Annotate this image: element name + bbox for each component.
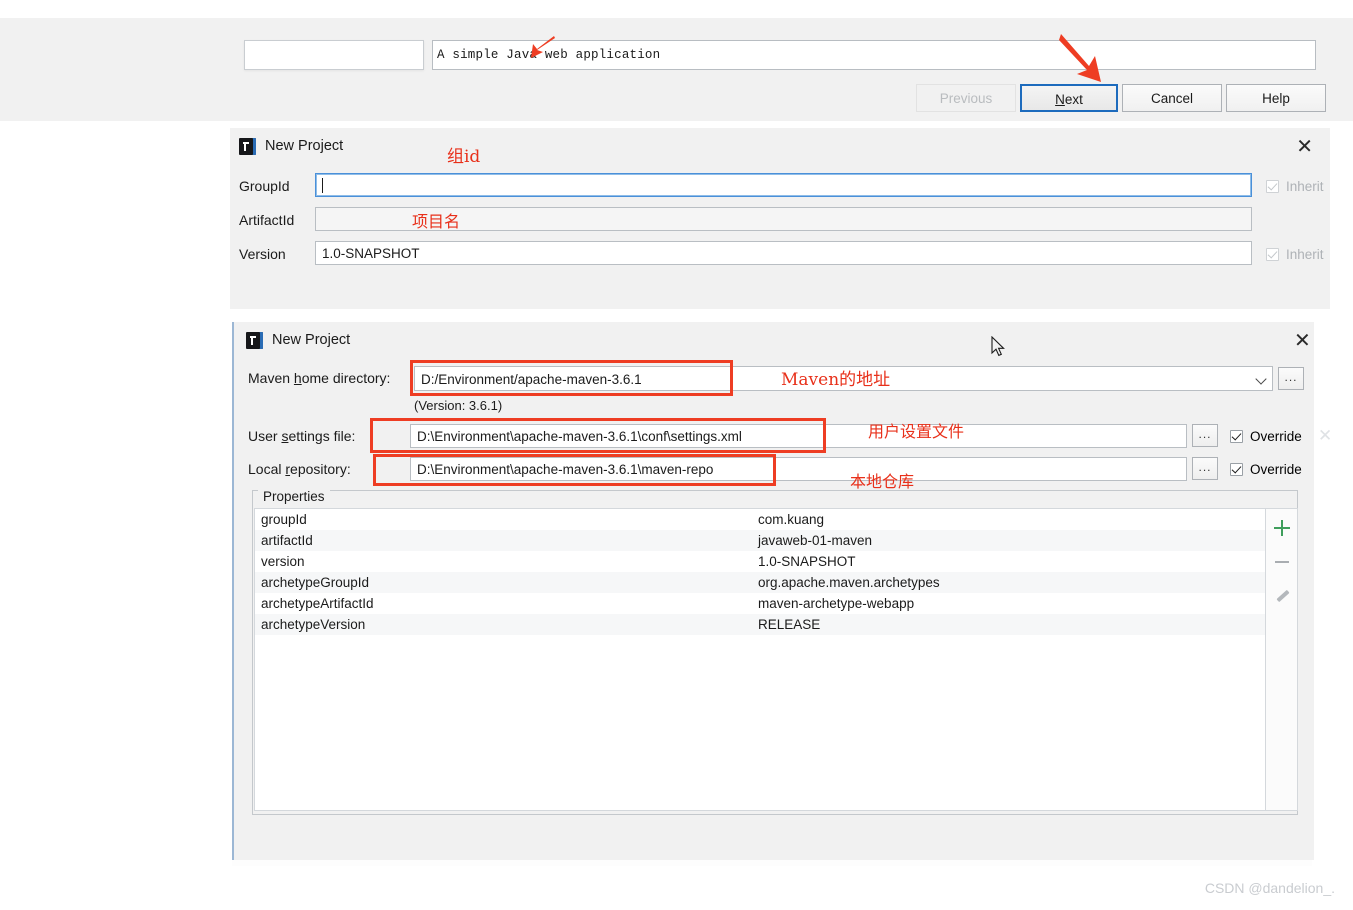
local-repository-browse-button[interactable]: ...: [1192, 457, 1218, 480]
dialog3-title: New Project: [272, 332, 351, 348]
csdn-watermark: CSDN @dandelion_.: [1204, 880, 1335, 896]
annotation-box-local-repository: [373, 454, 776, 486]
table-row[interactable]: archetypeVersion RELEASE: [255, 614, 1265, 635]
user-settings-label-suffix: ettings file:: [288, 428, 356, 444]
local-repository-label-prefix: Local: [248, 461, 286, 477]
groupid-inherit-label: Inherit: [1286, 179, 1324, 194]
checkbox-box: [1230, 463, 1243, 476]
intellij-idea-icon: [239, 137, 256, 155]
user-settings-label-prefix: User: [248, 428, 282, 444]
annotation-box-maven-home: [410, 360, 733, 396]
checkbox-box: [1266, 248, 1279, 261]
version-label: Version: [239, 246, 286, 262]
groupid-inherit-checkbox[interactable]: Inherit: [1266, 179, 1324, 194]
table-row[interactable]: archetypeArtifactId maven-archetype-weba…: [255, 593, 1265, 614]
chevron-down-icon[interactable]: [1256, 373, 1268, 385]
property-value: 1.0-SNAPSHOT: [758, 554, 856, 569]
user-settings-browse-button[interactable]: ...: [1192, 424, 1218, 447]
properties-toolbar: [1266, 508, 1298, 811]
local-repository-label: Local repository:: [248, 461, 351, 477]
annotation-local-repo: 本地仓库: [850, 472, 915, 491]
dialog2-right-gutter: [1330, 128, 1353, 309]
user-settings-label: User settings file:: [248, 428, 355, 444]
property-key: groupId: [261, 512, 307, 527]
properties-legend: Properties: [258, 489, 330, 504]
groupid-input[interactable]: [315, 173, 1252, 197]
screenshot-root: A simple Java web application Previous N…: [0, 0, 1353, 910]
property-key: archetypeVersion: [261, 617, 366, 632]
version-inherit-checkbox[interactable]: Inherit: [1266, 247, 1324, 262]
help-button[interactable]: Help: [1226, 84, 1326, 112]
groupid-label: GroupId: [239, 178, 290, 194]
wizard-left-input[interactable]: [244, 40, 424, 70]
checkbox-box: [1230, 430, 1243, 443]
property-value: RELEASE: [758, 617, 821, 632]
version-inherit-label: Inherit: [1286, 247, 1324, 262]
dialog2-close-icon[interactable]: ✕: [1296, 136, 1313, 156]
property-value: com.kuang: [758, 512, 825, 527]
wizard-button-row: Previous Next Cancel Help: [230, 84, 1330, 118]
table-row[interactable]: archetypeGroupId org.apache.maven.archet…: [255, 572, 1265, 593]
table-row[interactable]: version 1.0-SNAPSHOT: [255, 551, 1265, 572]
dialog3-titlebar: New Project: [246, 329, 350, 351]
intellij-idea-icon: [246, 331, 263, 349]
edit-pencil-icon: [1276, 590, 1289, 603]
remove-property-button[interactable]: [1266, 547, 1298, 577]
property-key: archetypeArtifactId: [261, 596, 374, 611]
dialog2-title: New Project: [265, 138, 344, 154]
new-project-wizard-footer: A simple Java web application Previous N…: [230, 18, 1330, 121]
local-repository-label-suffix: epository:: [290, 461, 351, 477]
dialog2-titlebar: New Project: [239, 135, 343, 157]
new-project-coordinates-dialog: New Project ✕ GroupId Inherit ArtifactId…: [230, 128, 1330, 309]
dialog3-close-icon[interactable]: ✕: [1294, 330, 1311, 350]
version-input[interactable]: 1.0-SNAPSHOT: [315, 241, 1252, 265]
next-button-mnemonic: N: [1055, 92, 1065, 107]
user-settings-override-checkbox[interactable]: Override: [1230, 429, 1302, 444]
property-key: archetypeGroupId: [261, 575, 370, 590]
annotation-arrow-next: [1059, 34, 1101, 82]
table-row[interactable]: artifactId javaweb-01-maven: [255, 530, 1265, 551]
maven-home-browse-button[interactable]: ...: [1278, 367, 1304, 390]
edit-property-button[interactable]: [1266, 581, 1298, 611]
mouse-cursor: [991, 336, 1005, 357]
artifactid-label: ArtifactId: [239, 212, 295, 228]
local-repository-override-checkbox[interactable]: Override: [1230, 462, 1302, 477]
table-row[interactable]: groupId com.kuang: [255, 509, 1265, 530]
annotation-user-settings-file: 用户设置文件: [868, 422, 965, 441]
property-key: version: [261, 554, 305, 569]
user-settings-override-label: Override: [1250, 429, 1302, 444]
annotation-project-name: 项目名: [412, 212, 461, 231]
property-value: maven-archetype-webapp: [758, 596, 915, 611]
property-value: javaweb-01-maven: [758, 533, 873, 548]
dialog3-bottom-edge: [232, 860, 1312, 866]
maven-home-label-prefix: Maven: [248, 370, 294, 386]
property-key: artifactId: [261, 533, 313, 548]
maven-home-label-suffix: ome directory:: [301, 370, 391, 386]
add-icon: [1280, 520, 1284, 536]
maven-version-note: (Version: 3.6.1): [414, 398, 503, 413]
add-property-button[interactable]: [1266, 513, 1298, 543]
next-button-label: ext: [1064, 92, 1083, 107]
property-value: org.apache.maven.archetypes: [758, 575, 940, 590]
checkbox-box: [1266, 180, 1279, 193]
annotation-arrow-description: [531, 36, 555, 58]
text-caret: [322, 178, 323, 193]
previous-button[interactable]: Previous: [916, 84, 1016, 112]
background-dialog-close-icon: ✕: [1318, 426, 1333, 446]
remove-icon: [1275, 561, 1289, 564]
annotation-box-user-settings: [370, 418, 826, 453]
annotation-group-id: 组id: [447, 147, 481, 167]
maven-home-label-mnemonic: h: [293, 370, 302, 386]
properties-table[interactable]: groupId com.kuang artifactId javaweb-01-…: [254, 508, 1266, 811]
maven-home-label: Maven home directory:: [248, 370, 390, 386]
annotation-maven-address: Maven的地址: [781, 370, 891, 390]
local-repository-override-label: Override: [1250, 462, 1302, 477]
cancel-button[interactable]: Cancel: [1122, 84, 1222, 112]
project-description-field[interactable]: A simple Java web application: [432, 40, 1316, 70]
